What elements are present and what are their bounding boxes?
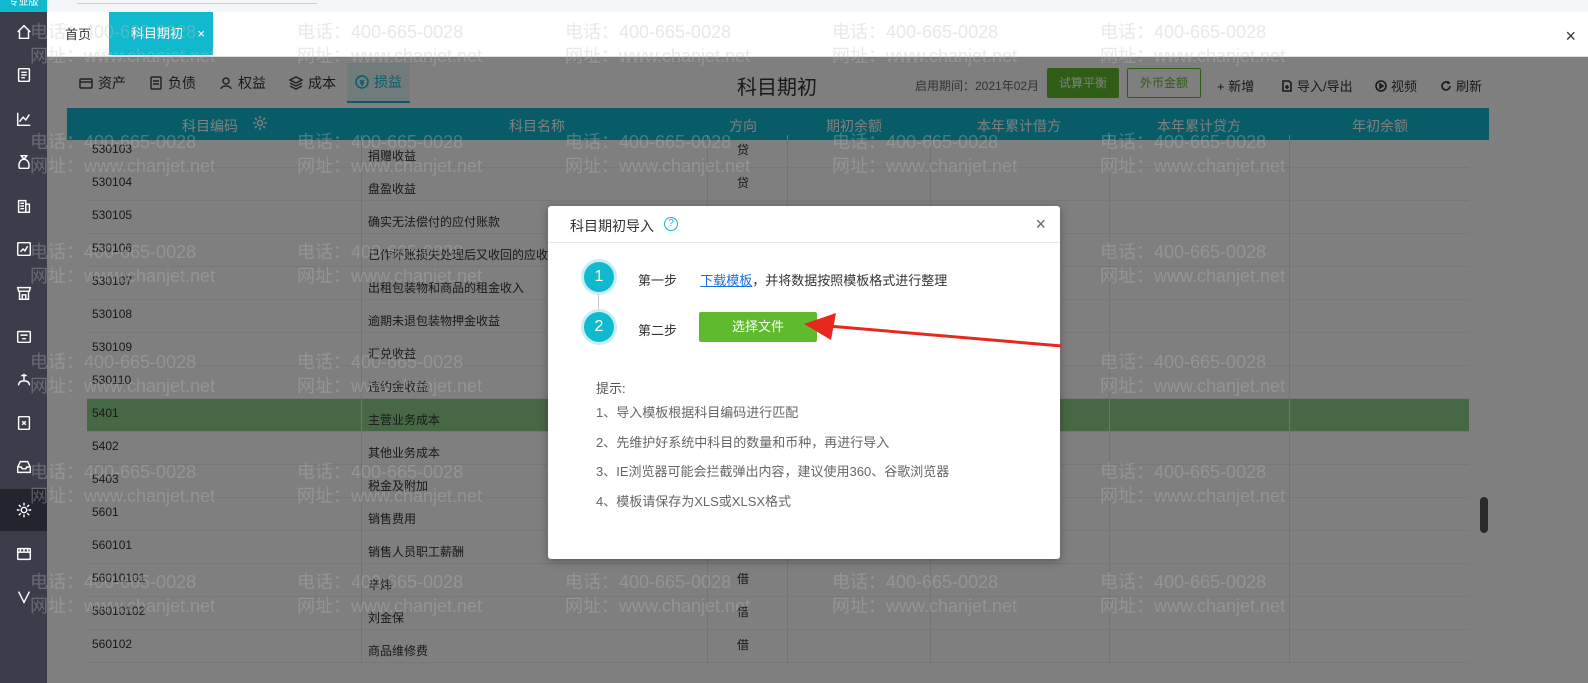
home-icon[interactable]: [0, 11, 47, 53]
report-icon[interactable]: [0, 228, 47, 270]
tab-close-icon[interactable]: ×: [197, 12, 205, 55]
step-1-badge: 1: [584, 262, 614, 292]
tip-item: 3、IE浏览器可能会拦截弹出内容，建议使用360、谷歌浏览器: [596, 464, 950, 479]
tip-item: 4、模板请保存为XLS或XLSX格式: [596, 494, 792, 509]
dialog-header: 科目期初导入 ? ×: [548, 206, 1060, 243]
video-icon[interactable]: [0, 533, 47, 575]
tip-item: 1、导入模板根据科目编码进行匹配: [596, 405, 799, 420]
store-icon[interactable]: [0, 272, 47, 314]
step-2-label: 第二步: [638, 323, 678, 338]
tab-bar: 首页 科目期初 × ×: [47, 12, 1588, 57]
tips-title: 提示:: [596, 381, 626, 396]
top-strip: [47, 0, 1588, 12]
tip-item: 2、先维护好系统中科目的数量和币种，再进行导入: [596, 435, 890, 450]
step-2-badge: 2: [584, 312, 614, 342]
tab-subject-opening[interactable]: 科目期初 ×: [109, 12, 213, 55]
import-dialog: 科目期初导入 ? × 1 第一步 下载模板，并将数据按照模板格式进行整理 2 第…: [548, 206, 1060, 559]
download-template-link[interactable]: 下载模板: [700, 273, 752, 288]
inventory-icon[interactable]: [0, 446, 47, 488]
cashier-icon[interactable]: [0, 315, 47, 357]
settings-icon[interactable]: [0, 489, 47, 531]
step-connector: [598, 294, 599, 314]
tab-label: 科目期初: [131, 26, 184, 41]
dialog-title: 科目期初导入: [570, 218, 654, 234]
help-icon[interactable]: ?: [664, 217, 678, 231]
step-1-text: 第一步 下载模板，并将数据按照模板格式进行整理: [638, 273, 948, 288]
invoice-icon[interactable]: [0, 402, 47, 444]
voucher-icon[interactable]: [0, 54, 47, 96]
building-icon[interactable]: [0, 185, 47, 227]
tab-home[interactable]: 首页: [57, 12, 99, 57]
dialog-close-icon[interactable]: ×: [1035, 214, 1046, 235]
money-bag-icon[interactable]: [0, 141, 47, 183]
payroll-icon[interactable]: [0, 359, 47, 401]
search-stub: [77, 0, 317, 4]
window-close-icon[interactable]: ×: [1565, 26, 1576, 47]
choose-file-button[interactable]: 选择文件: [699, 312, 817, 342]
v-icon[interactable]: [0, 576, 47, 618]
chart-icon[interactable]: [0, 98, 47, 140]
left-sidebar: 专业版: [0, 0, 47, 683]
